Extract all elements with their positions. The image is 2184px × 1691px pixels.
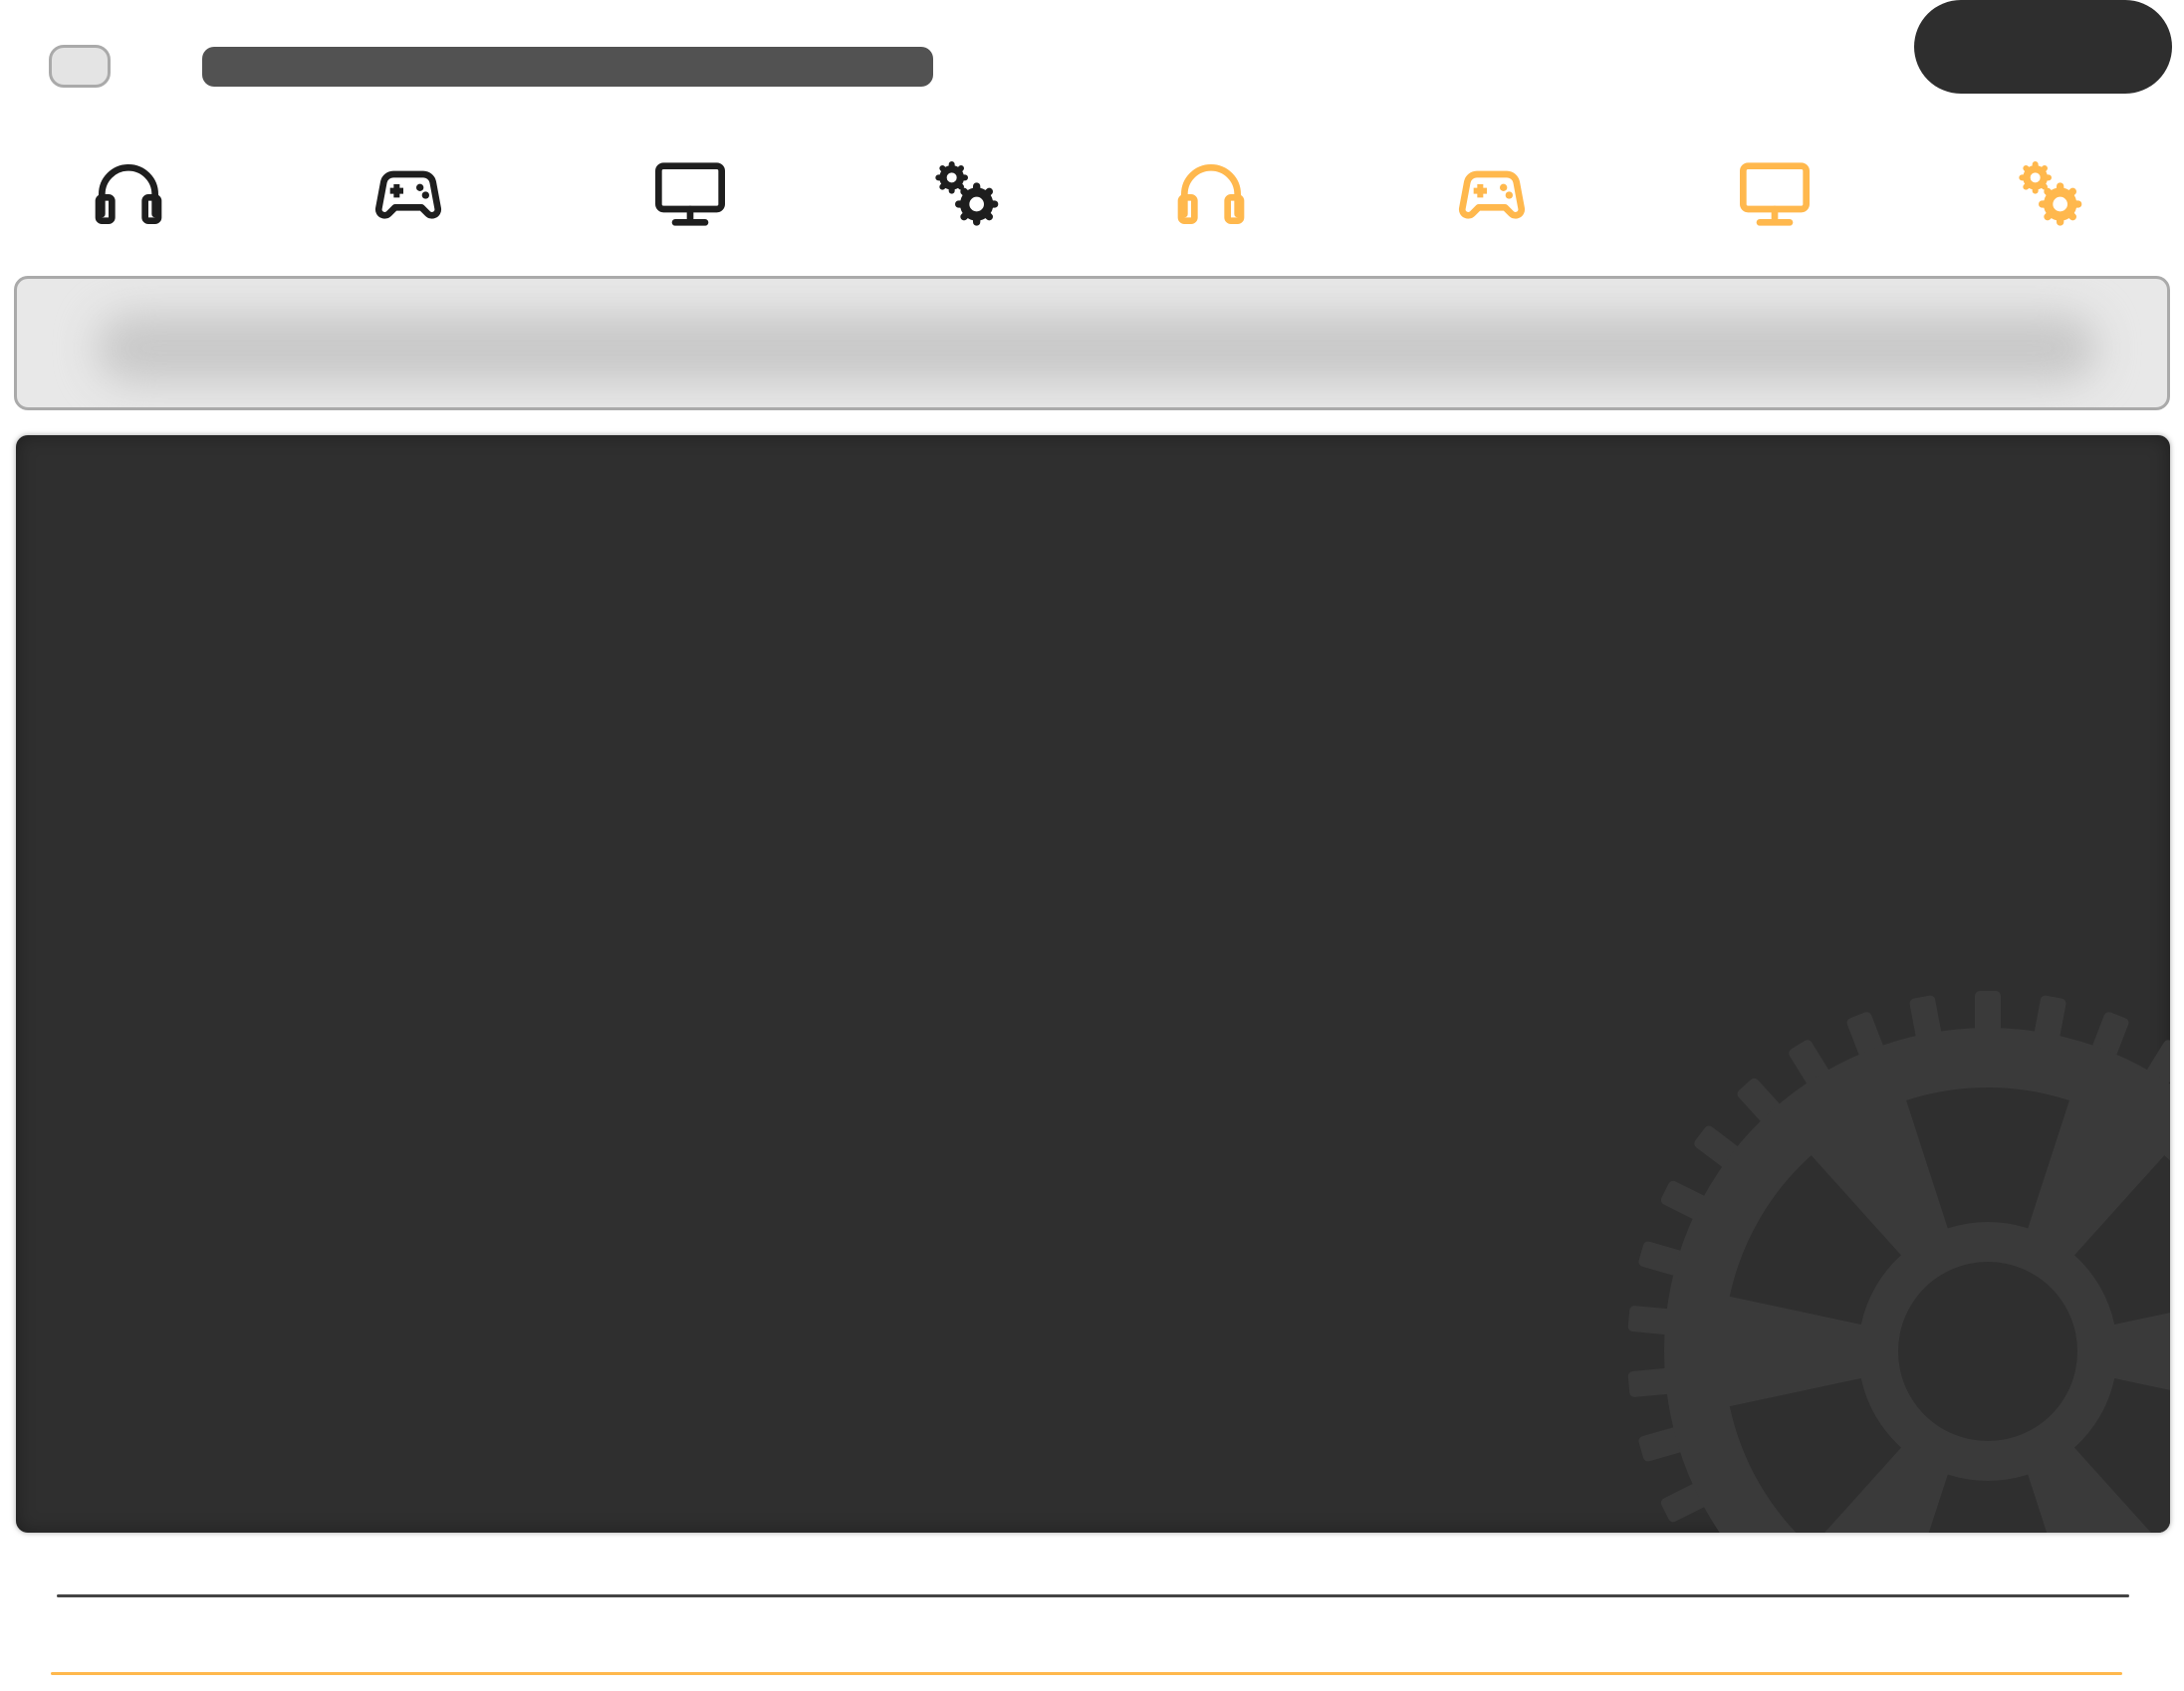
headphones-icon[interactable] xyxy=(84,149,173,239)
title-placeholder xyxy=(202,47,933,87)
monitor-icon[interactable] xyxy=(645,149,735,239)
accent-underline xyxy=(51,1672,2122,1675)
main-panel xyxy=(16,435,2170,1533)
search-bar-placeholder[interactable] xyxy=(14,276,2170,410)
divider-line xyxy=(57,1594,2129,1597)
loading-shimmer xyxy=(97,314,2097,382)
icon-toolbar xyxy=(0,149,2184,239)
gears-icon[interactable] xyxy=(920,149,1010,239)
toggle-switch[interactable] xyxy=(49,45,111,88)
gear-icon xyxy=(1627,991,2170,1533)
gamepad-icon[interactable] xyxy=(1447,149,1537,239)
monitor-icon[interactable] xyxy=(1730,149,1820,239)
headphones-icon[interactable] xyxy=(1166,149,1256,239)
top-action-button[interactable] xyxy=(1914,0,2172,94)
gamepad-icon[interactable] xyxy=(364,149,453,239)
gears-icon[interactable] xyxy=(2004,149,2093,239)
